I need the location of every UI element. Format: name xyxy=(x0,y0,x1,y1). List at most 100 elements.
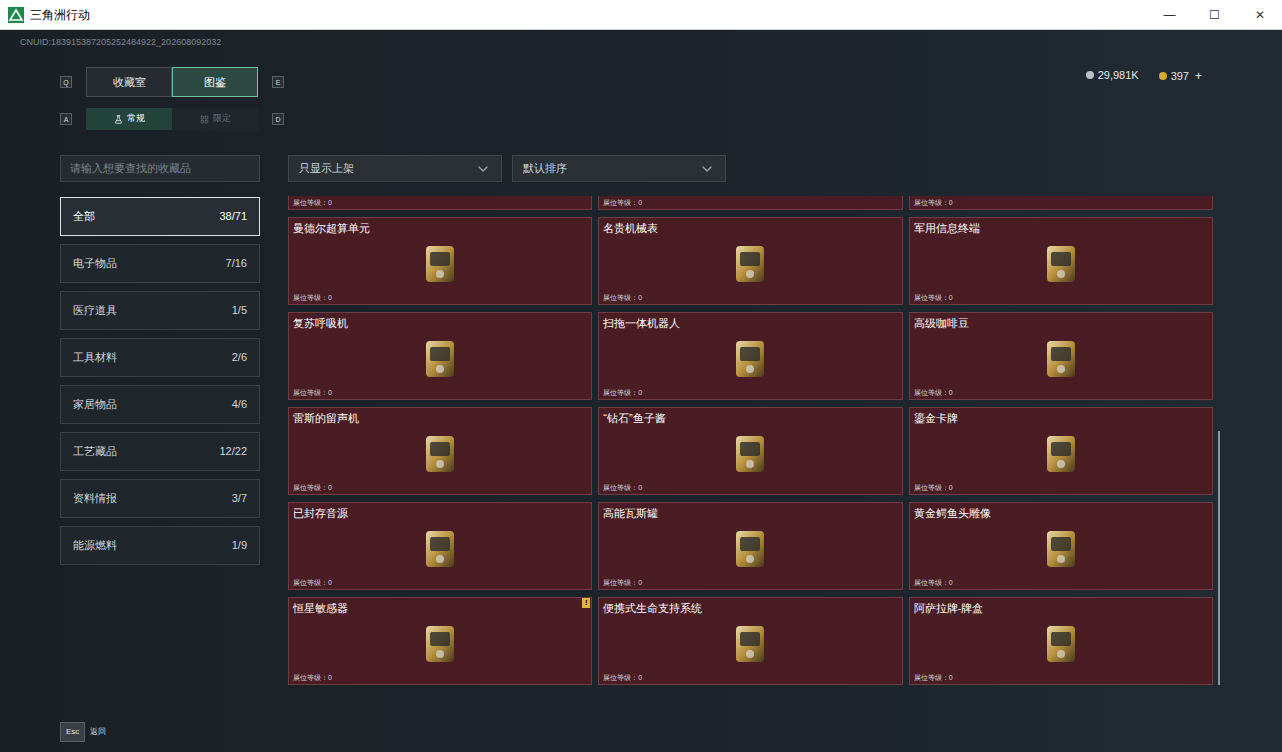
item-image-icon xyxy=(722,236,778,292)
coin-icon xyxy=(1159,72,1167,80)
item-image-icon xyxy=(722,616,778,672)
category-item[interactable]: 工艺藏品12/22 xyxy=(60,432,260,471)
card-level: 展位等级：0 xyxy=(293,293,587,302)
collection-card[interactable]: 复苏呼吸机展位等级：0 xyxy=(288,312,592,400)
collection-card[interactable]: 曼德尔超算单元展位等级：0 xyxy=(288,217,592,305)
collection-grid: 展位等级：0展位等级：0展位等级：0曼德尔超算单元展位等级：0名贵机械表展位等级… xyxy=(288,196,1213,685)
app-window: 三角洲行动 —☐✕CNUID:183915387205252484922_2026… xyxy=(0,0,1282,752)
chevron-down-icon xyxy=(475,161,491,177)
main-tab[interactable]: 图鉴 xyxy=(172,67,258,97)
collection-card[interactable]: 黄金鳄鱼头雕像展位等级：0 xyxy=(909,502,1213,590)
item-image-icon xyxy=(412,521,468,577)
collection-card[interactable]: 高级咖啡豆展位等级：0 xyxy=(909,312,1213,400)
card-title: 雷斯的留声机 xyxy=(293,411,587,425)
window-control[interactable]: — xyxy=(1147,0,1192,29)
card-level: 展位等级：0 xyxy=(293,578,587,587)
card-title: “钻石”鱼子酱 xyxy=(603,411,897,425)
scrollbar-thumb[interactable] xyxy=(1218,431,1220,685)
item-image-icon xyxy=(722,426,778,482)
item-image-icon xyxy=(1033,331,1089,387)
add-currency-button[interactable]: + xyxy=(1195,67,1202,85)
search-input[interactable]: 请输入想要查找的收藏品 xyxy=(60,155,260,182)
collection-card[interactable]: 恒星敏感器展位等级：0! xyxy=(288,597,592,685)
item-image-icon xyxy=(412,236,468,292)
sub-tab[interactable]: 常规 xyxy=(86,108,172,130)
coin-icon xyxy=(1086,71,1094,79)
game-area: CNUID:183915387205252484922_202608092032… xyxy=(0,30,1282,752)
card-title: 便携式生命支持系统 xyxy=(603,601,897,615)
card-title: 名贵机械表 xyxy=(603,221,897,235)
collection-card[interactable]: 扫拖一体机器人展位等级：0 xyxy=(598,312,902,400)
collection-card[interactable]: 高能瓦斯罐展位等级：0 xyxy=(598,502,902,590)
category-item[interactable]: 能源燃料1/9 xyxy=(60,526,260,565)
category-item[interactable]: 资料情报3/7 xyxy=(60,479,260,518)
esc-key[interactable]: Esc xyxy=(60,722,85,742)
collection-card[interactable]: 鎏金卡牌展位等级：0 xyxy=(909,407,1213,495)
filter-dropdown[interactable]: 只显示上架 xyxy=(288,155,502,182)
next-subtab-key[interactable]: D xyxy=(272,113,284,125)
scrollbar[interactable] xyxy=(1218,196,1220,685)
currency: 29,981K xyxy=(1086,67,1139,84)
item-image-icon xyxy=(1033,616,1089,672)
main-tabs: Q 收藏室图鉴 E xyxy=(60,67,284,97)
category-item[interactable]: 电子物品7/16 xyxy=(60,244,260,283)
window-control[interactable]: ✕ xyxy=(1237,0,1282,29)
title-bar: 三角洲行动 —☐✕ xyxy=(0,0,1282,30)
card-title: 高级咖啡豆 xyxy=(914,316,1208,330)
item-image-icon xyxy=(1033,426,1089,482)
collection-card[interactable]: 雷斯的留声机展位等级：0 xyxy=(288,407,592,495)
card-title: 已封存音源 xyxy=(293,506,587,520)
category-item[interactable]: 工具材料2/6 xyxy=(60,338,260,377)
card-title: 高能瓦斯罐 xyxy=(603,506,897,520)
grid-icon xyxy=(200,115,209,124)
card-title: 扫拖一体机器人 xyxy=(603,316,897,330)
filter-dropdown[interactable]: 默认排序 xyxy=(512,155,726,182)
collection-card[interactable]: 展位等级：0 xyxy=(598,196,902,210)
collection-card[interactable]: 展位等级：0 xyxy=(288,196,592,210)
card-title: 黄金鳄鱼头雕像 xyxy=(914,506,1208,520)
window-title: 三角洲行动 xyxy=(30,6,90,24)
item-image-icon xyxy=(722,331,778,387)
card-level: 展位等级：0 xyxy=(603,483,897,492)
collection-card[interactable]: 已封存音源展位等级：0 xyxy=(288,502,592,590)
card-level: 展位等级：0 xyxy=(914,388,1208,397)
card-title: 恒星敏感器 xyxy=(293,601,587,615)
collection-card[interactable]: “钻石”鱼子酱展位等级：0 xyxy=(598,407,902,495)
item-image-icon xyxy=(412,426,468,482)
app-logo-icon xyxy=(8,7,24,23)
collection-card[interactable]: 阿萨拉牌-牌盒展位等级：0 xyxy=(909,597,1213,685)
collection-card[interactable]: 便携式生命支持系统展位等级：0 xyxy=(598,597,902,685)
collection-card[interactable]: 展位等级：0 xyxy=(909,196,1213,210)
flask-icon xyxy=(114,115,123,124)
card-title: 阿萨拉牌-牌盒 xyxy=(914,601,1208,615)
collection-card[interactable]: 名贵机械表展位等级：0 xyxy=(598,217,902,305)
next-tab-key[interactable]: E xyxy=(272,76,284,88)
prev-subtab-key[interactable]: A xyxy=(60,113,72,125)
category-item[interactable]: 全部38/71 xyxy=(60,197,260,236)
category-item[interactable]: 医疗道具1/5 xyxy=(60,291,260,330)
item-image-icon xyxy=(412,331,468,387)
card-title: 曼德尔超算单元 xyxy=(293,221,587,235)
collection-card[interactable]: 军用信息终端展位等级：0 xyxy=(909,217,1213,305)
item-image-icon xyxy=(412,616,468,672)
currency: 397+ xyxy=(1159,67,1202,85)
card-level: 展位等级：0 xyxy=(603,673,897,682)
category-item[interactable]: 家居物品4/6 xyxy=(60,385,260,424)
sub-tab[interactable]: 限定 xyxy=(172,108,258,130)
window-control[interactable]: ☐ xyxy=(1192,0,1237,29)
card-level: 展位等级：0 xyxy=(293,388,587,397)
card-level: 展位等级：0 xyxy=(293,483,587,492)
card-level: 展位等级：0 xyxy=(914,578,1208,587)
card-level: 展位等级：0 xyxy=(603,578,897,587)
card-level: 展位等级：0 xyxy=(603,293,897,302)
card-level: 展位等级：0 xyxy=(914,483,1208,492)
sidebar: 请输入想要查找的收藏品全部38/71 电子物品7/16 医疗道具1/5 工具材料2/6… xyxy=(60,155,260,685)
main-tab[interactable]: 收藏室 xyxy=(86,67,172,97)
new-badge: ! xyxy=(582,598,590,608)
back-label[interactable]: 返回 xyxy=(90,726,106,738)
prev-tab-key[interactable]: Q xyxy=(60,76,72,88)
currency-bar: 29,981K 397+ xyxy=(1086,67,1282,130)
category-list: 全部38/71 电子物品7/16 医疗道具1/5 工具材料2/6 家居物品4/6 工艺藏品… xyxy=(60,197,260,565)
item-image-icon xyxy=(722,521,778,577)
card-title: 鎏金卡牌 xyxy=(914,411,1208,425)
